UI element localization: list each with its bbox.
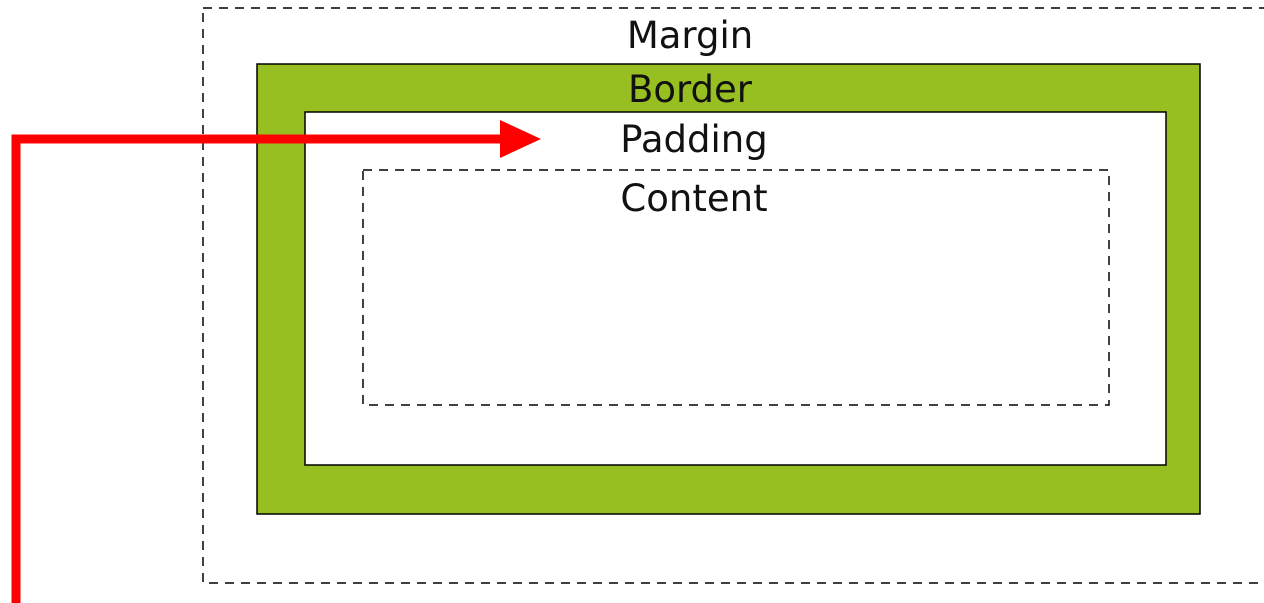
padding-box xyxy=(304,111,1167,466)
margin-label: Margin xyxy=(627,14,753,57)
border-label: Border xyxy=(628,68,753,111)
content-label: Content xyxy=(620,177,767,220)
box-model-diagram: Margin Border Padding Content xyxy=(11,7,1264,603)
padding-label: Padding xyxy=(620,118,768,161)
